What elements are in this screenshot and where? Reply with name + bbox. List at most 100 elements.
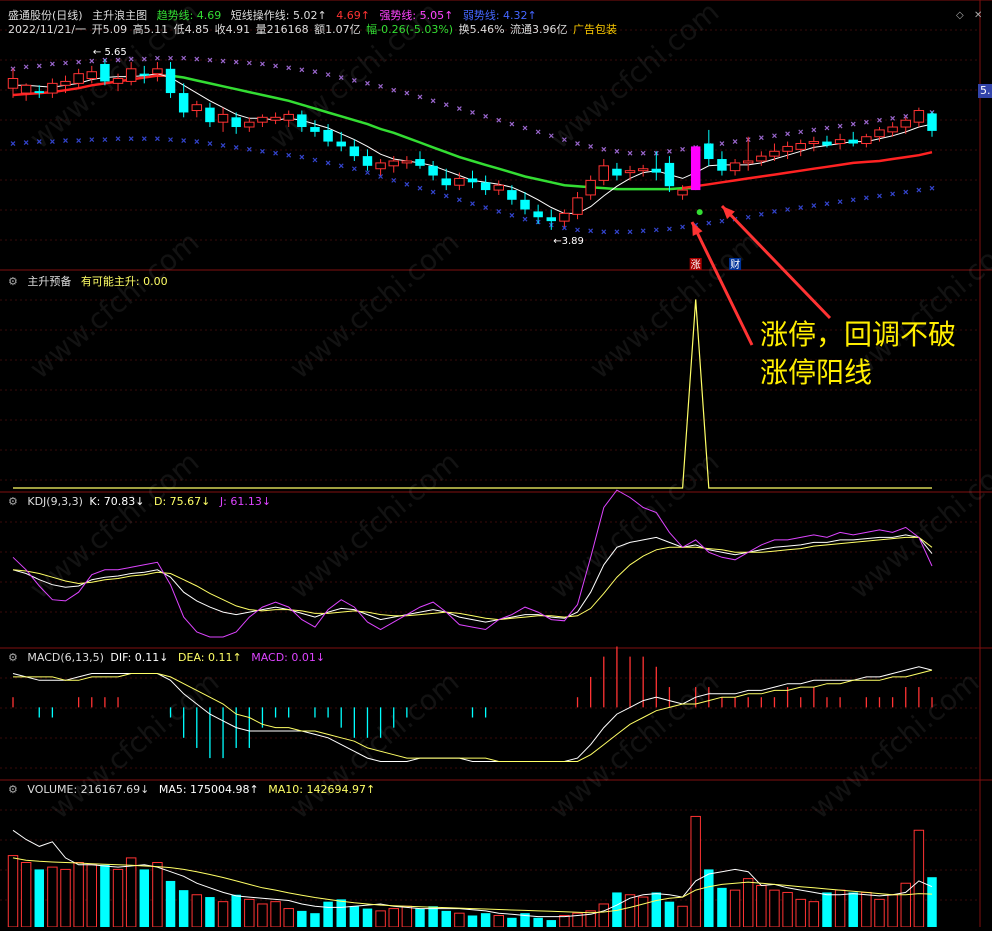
strong-line-marker <box>194 56 200 62</box>
strong-line-marker <box>811 127 817 133</box>
quote-date: 2022/11/21/一 <box>8 23 87 36</box>
strong-line-marker <box>785 131 791 137</box>
candle-body <box>520 199 530 210</box>
candle-body <box>362 156 373 166</box>
weak-line-marker <box>273 150 278 156</box>
weak-line-marker <box>719 218 725 224</box>
watermark-text: www.cfchi.com <box>283 225 465 385</box>
candle-body <box>139 73 150 76</box>
weak-line-marker <box>404 181 410 187</box>
quote-close: 收4.91 <box>214 23 251 36</box>
signal-panel-label: 有可能主升: 0.00 <box>80 275 168 288</box>
weak-line-marker <box>246 146 252 152</box>
weak-line-marker <box>194 139 200 144</box>
candle-body <box>165 68 176 94</box>
candle-body <box>467 178 478 183</box>
volume-bar <box>112 868 124 928</box>
candle-body <box>572 197 583 215</box>
volume-bar <box>927 877 937 927</box>
strong-line-marker <box>456 106 462 112</box>
candle-body <box>612 168 622 176</box>
short-line-value: 短线操作线: 5.02↑ <box>230 9 327 22</box>
volume-bar <box>47 866 58 928</box>
volume-bar <box>690 815 701 928</box>
strong-line-marker <box>260 61 265 67</box>
volume-bar <box>795 898 806 928</box>
weak-line-marker <box>260 148 265 154</box>
volume-ma10-line <box>12 857 933 914</box>
volume-bar <box>428 906 438 927</box>
weak-line-marker <box>496 209 502 214</box>
candle-body <box>651 168 662 173</box>
volume-bar <box>874 898 885 928</box>
weak-line-marker <box>798 205 804 210</box>
quote-turnover: 换5.46% <box>458 23 505 36</box>
volume-bar <box>546 920 556 927</box>
volume-bar <box>165 880 176 927</box>
candle-body <box>323 129 333 142</box>
candle-body <box>205 107 215 123</box>
volume-bar <box>375 910 386 928</box>
annotation-line-2: 涨停阳线 <box>760 356 873 389</box>
volume-bar <box>349 906 360 927</box>
strong-line-marker <box>535 129 541 135</box>
volume-bar <box>100 864 110 927</box>
strong-line-marker <box>470 110 475 115</box>
candle-body <box>493 184 504 191</box>
quote-float: 流通3.96亿 <box>510 23 568 36</box>
ad-label[interactable]: 广告包装 <box>573 23 617 36</box>
candle-body <box>217 113 229 123</box>
red-line-value: 4.69↑ <box>336 9 370 22</box>
volume-bar <box>913 829 925 928</box>
kdj-d: D: 75.67↓ <box>154 495 211 508</box>
weak-line-marker <box>299 154 305 160</box>
strong-line-marker <box>772 133 777 139</box>
weak-line-marker <box>785 207 791 212</box>
weak-line-marker <box>10 141 16 146</box>
watermark-text: www.cfchi.com <box>283 445 465 605</box>
candle-body <box>769 150 780 157</box>
signal-panel-header: ⚙ 主升预备 有可能主升: 0.00 <box>8 275 174 289</box>
candle-body <box>742 160 754 164</box>
strong-line-marker <box>299 67 305 73</box>
volume-bar <box>717 887 727 927</box>
candle-body <box>20 84 32 94</box>
volume-bar <box>729 889 741 928</box>
candle-body <box>861 136 872 145</box>
volume-bar <box>861 891 872 928</box>
weak-line-marker <box>837 199 843 205</box>
price-edge-label: 5. <box>978 84 992 98</box>
watermark-text: www.cfchi.com <box>803 665 985 825</box>
weak-line-marker <box>509 212 515 218</box>
strong-line-marker <box>49 61 55 67</box>
gear-icon[interactable]: ⚙ <box>8 783 18 796</box>
volume-bar <box>704 869 714 927</box>
weak-line-marker <box>207 141 213 146</box>
candle-body <box>598 165 610 181</box>
weak-line-marker <box>351 166 357 172</box>
volume-bar <box>231 894 241 927</box>
volume-bar <box>756 885 767 928</box>
weak-line-marker <box>286 152 292 158</box>
volume-bar <box>7 855 19 928</box>
kdj-name: KDJ(9,3,3) <box>27 495 83 508</box>
candle-body <box>795 143 806 150</box>
candle-body <box>47 82 58 94</box>
candle-body <box>507 190 517 200</box>
gear-icon[interactable]: ⚙ <box>8 275 18 288</box>
strong-line-marker <box>246 60 252 66</box>
weak-line-marker <box>877 193 882 199</box>
volume-bar <box>507 917 517 927</box>
gear-icon[interactable]: ⚙ <box>8 651 18 664</box>
weak-line-marker <box>220 143 226 148</box>
volume-bar <box>677 905 688 928</box>
gear-icon[interactable]: ⚙ <box>8 495 18 508</box>
close-icon[interactable]: ✕ <box>974 10 982 21</box>
strong-line-marker <box>273 63 278 69</box>
weak-line-marker <box>338 163 344 169</box>
candle-body <box>822 141 832 146</box>
quote-amount: 额1.07亿 <box>314 23 361 36</box>
watermark-text: www.cfchi.com <box>543 665 725 825</box>
strong-line-marker <box>312 69 318 75</box>
diamond-icon[interactable]: ◇ <box>956 10 964 21</box>
